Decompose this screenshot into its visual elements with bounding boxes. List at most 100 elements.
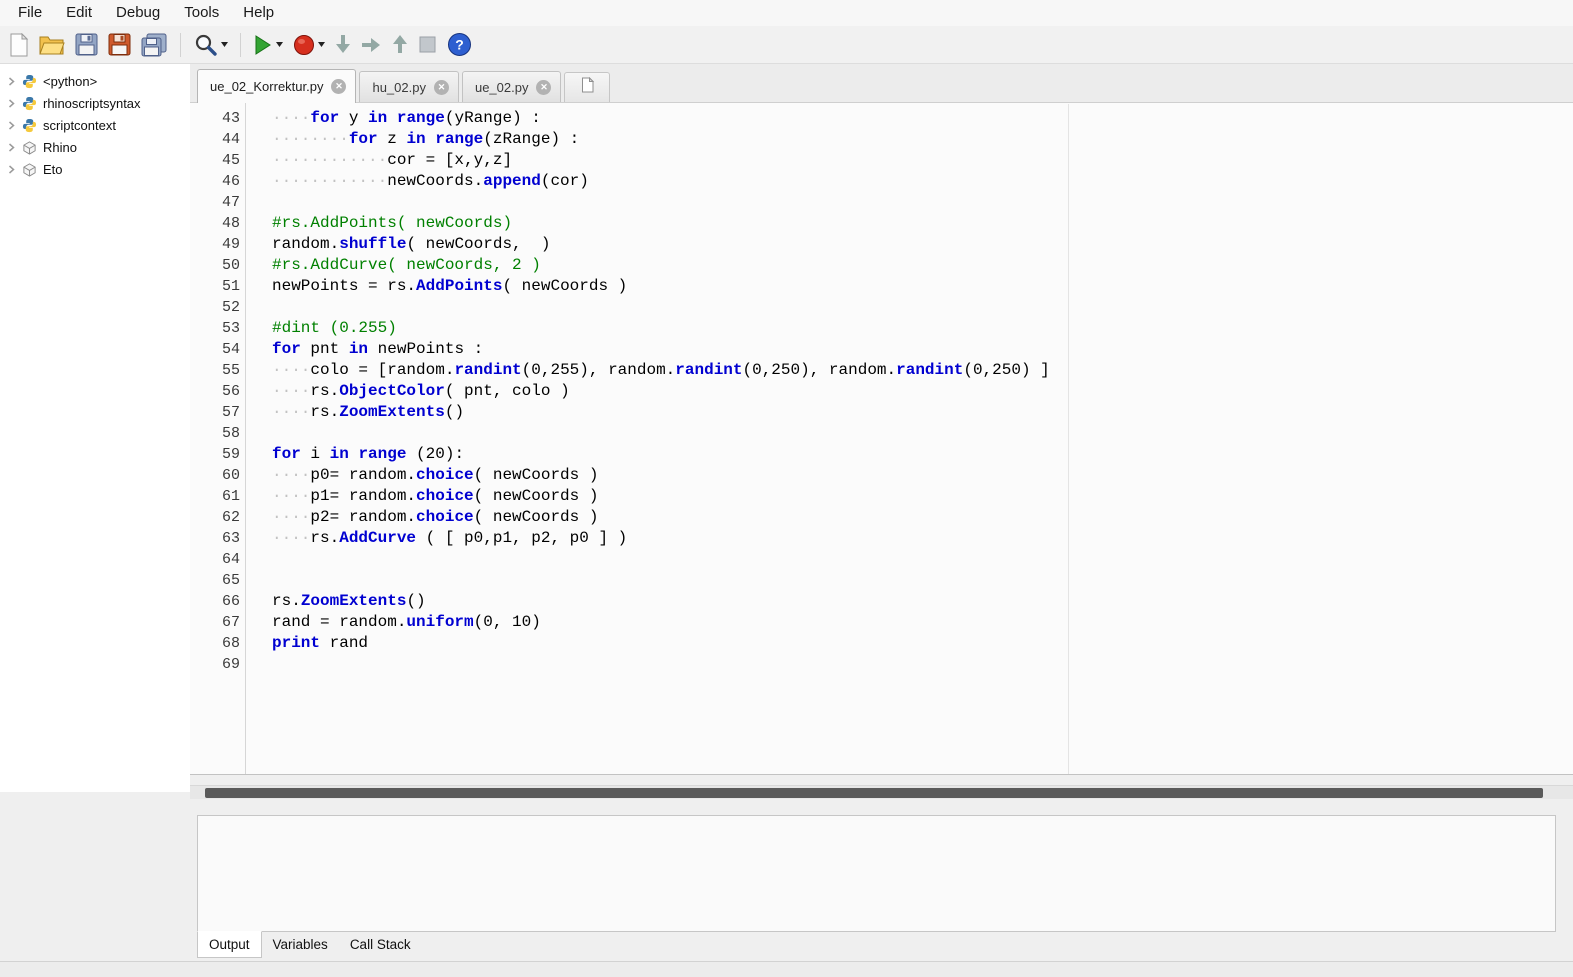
chevron-right-icon[interactable] bbox=[7, 98, 16, 108]
code-line[interactable]: for pnt in newPoints : bbox=[272, 339, 1573, 360]
sidebar-item-scriptcontext[interactable]: scriptcontext bbox=[0, 114, 190, 136]
code-line[interactable]: #rs.AddCurve( newCoords, 2 ) bbox=[272, 255, 1573, 276]
line-number[interactable]: 46 bbox=[190, 171, 245, 192]
save-all-button[interactable] bbox=[137, 29, 172, 61]
code-line[interactable] bbox=[272, 570, 1573, 591]
code-area[interactable]: ····for y in range(yRange) : ········for … bbox=[246, 103, 1573, 774]
bottom-tab-variables[interactable]: Variables bbox=[262, 932, 339, 959]
new-file-button[interactable] bbox=[5, 29, 33, 61]
bottom-tab-output[interactable]: Output bbox=[197, 931, 262, 958]
sidebar-item-python[interactable]: <python> bbox=[0, 70, 190, 92]
open-file-button[interactable] bbox=[35, 29, 69, 61]
menu-item-help[interactable]: Help bbox=[231, 0, 286, 26]
code-line[interactable]: rs.ZoomExtents() bbox=[272, 591, 1573, 612]
code-line[interactable]: newPoints = rs.AddPoints( newCoords ) bbox=[272, 276, 1573, 297]
menu-item-edit[interactable]: Edit bbox=[54, 0, 104, 26]
horizontal-scrollbar[interactable] bbox=[190, 785, 1573, 799]
line-number[interactable]: 55 bbox=[190, 360, 245, 381]
line-number[interactable]: 63 bbox=[190, 528, 245, 549]
line-number[interactable]: 47 bbox=[190, 192, 245, 213]
close-icon[interactable]: ✕ bbox=[433, 79, 449, 95]
line-number[interactable]: 44 bbox=[190, 129, 245, 150]
save-file-button[interactable] bbox=[71, 29, 102, 61]
close-icon[interactable]: ✕ bbox=[331, 79, 347, 94]
code-line[interactable]: #dint (0.255) bbox=[272, 318, 1573, 339]
code-line[interactable]: ····rs.AddCurve ( [ p0,p1, p2, p0 ] ) bbox=[272, 528, 1573, 549]
search-button[interactable] bbox=[189, 29, 232, 61]
menu-item-debug[interactable]: Debug bbox=[104, 0, 172, 26]
help-button[interactable]: ? bbox=[443, 29, 476, 61]
line-number[interactable]: 56 bbox=[190, 381, 245, 402]
code-line[interactable]: ····rs.ObjectColor( pnt, colo ) bbox=[272, 381, 1573, 402]
dropdown-caret-icon[interactable] bbox=[221, 42, 228, 47]
line-number[interactable]: 53 bbox=[190, 318, 245, 339]
code-editor[interactable]: 43 44 45 46 47 48 49 50 51 52 53 54 55 56 57 58 59 60 61 62… bbox=[190, 103, 1573, 775]
pause-button[interactable] bbox=[414, 29, 441, 61]
code-line[interactable]: ····p2= random.choice( newCoords ) bbox=[272, 507, 1573, 528]
line-number[interactable]: 57 bbox=[190, 402, 245, 423]
code-line[interactable]: ····rs.ZoomExtents() bbox=[272, 402, 1573, 423]
tab-hu-02-py[interactable]: hu_02.py ✕ bbox=[359, 71, 459, 102]
code-line[interactable]: ····p1= random.choice( newCoords ) bbox=[272, 486, 1573, 507]
line-number[interactable]: 65 bbox=[190, 570, 245, 591]
code-line[interactable] bbox=[272, 423, 1573, 444]
line-number[interactable]: 51 bbox=[190, 276, 245, 297]
line-number[interactable]: 62 bbox=[190, 507, 245, 528]
tab-ue-02-korrektur-py[interactable]: ue_02_Korrektur.py ✕ bbox=[197, 69, 357, 103]
menu-item-file[interactable]: File bbox=[6, 0, 54, 26]
line-number[interactable]: 68 bbox=[190, 633, 245, 654]
line-number[interactable]: 49 bbox=[190, 234, 245, 255]
save-as-button[interactable] bbox=[104, 29, 135, 61]
line-number[interactable]: 54 bbox=[190, 339, 245, 360]
code-line[interactable] bbox=[272, 654, 1573, 675]
run-script-button[interactable] bbox=[249, 29, 287, 61]
line-number[interactable]: 45 bbox=[190, 150, 245, 171]
output-panel[interactable] bbox=[197, 815, 1556, 932]
line-number[interactable]: 59 bbox=[190, 444, 245, 465]
line-number[interactable]: 50 bbox=[190, 255, 245, 276]
code-line[interactable]: ········for z in range(zRange) : bbox=[272, 129, 1573, 150]
code-line[interactable]: print rand bbox=[272, 633, 1573, 654]
line-number[interactable]: 60 bbox=[190, 465, 245, 486]
chevron-right-icon[interactable] bbox=[7, 120, 16, 130]
stop-script-button[interactable] bbox=[289, 29, 329, 61]
line-number[interactable]: 64 bbox=[190, 549, 245, 570]
line-number[interactable]: 61 bbox=[190, 486, 245, 507]
step-into-button[interactable] bbox=[331, 29, 355, 61]
bottom-tab-call-stack[interactable]: Call Stack bbox=[339, 932, 422, 959]
line-number[interactable]: 69 bbox=[190, 654, 245, 675]
sidebar-item-eto[interactable]: Eto bbox=[0, 158, 190, 180]
step-out-button[interactable] bbox=[388, 29, 412, 61]
code-line[interactable]: ····colo = [random.randint(0,255), rando… bbox=[272, 360, 1573, 381]
line-number[interactable]: 66 bbox=[190, 591, 245, 612]
step-over-button[interactable] bbox=[357, 29, 386, 61]
code-line[interactable]: rand = random.uniform(0, 10) bbox=[272, 612, 1573, 633]
line-number[interactable]: 43 bbox=[190, 108, 245, 129]
code-line[interactable]: ····for y in range(yRange) : bbox=[272, 108, 1573, 129]
tab-ue-02-py[interactable]: ue_02.py ✕ bbox=[461, 71, 562, 102]
line-number[interactable]: 52 bbox=[190, 297, 245, 318]
dropdown-caret-icon[interactable] bbox=[276, 42, 283, 47]
code-line[interactable]: ············cor = [x,y,z] bbox=[272, 150, 1573, 171]
code-line[interactable] bbox=[272, 297, 1573, 318]
code-line[interactable]: #rs.AddPoints( newCoords) bbox=[272, 213, 1573, 234]
sidebar-item-rhinoscriptsyntax[interactable]: rhinoscriptsyntax bbox=[0, 92, 190, 114]
line-number[interactable]: 67 bbox=[190, 612, 245, 633]
chevron-right-icon[interactable] bbox=[7, 142, 16, 152]
code-line[interactable]: ····p0= random.choice( newCoords ) bbox=[272, 465, 1573, 486]
line-number-gutter[interactable]: 43 44 45 46 47 48 49 50 51 52 53 54 55 56 57 58 59 60 61 62… bbox=[190, 103, 246, 774]
code-line[interactable] bbox=[272, 192, 1573, 213]
close-icon[interactable]: ✕ bbox=[536, 79, 552, 95]
code-line[interactable] bbox=[272, 549, 1573, 570]
line-number[interactable]: 58 bbox=[190, 423, 245, 444]
sidebar-item-rhino[interactable]: Rhino bbox=[0, 136, 190, 158]
code-line[interactable]: ············newCoords.append(cor) bbox=[272, 171, 1573, 192]
code-line[interactable]: random.shuffle( newCoords, ) bbox=[272, 234, 1573, 255]
line-number[interactable]: 48 bbox=[190, 213, 245, 234]
horizontal-scrollbar-thumb[interactable] bbox=[205, 788, 1543, 798]
new-tab-button[interactable] bbox=[564, 72, 611, 102]
chevron-right-icon[interactable] bbox=[7, 164, 16, 174]
chevron-right-icon[interactable] bbox=[7, 76, 16, 86]
menu-item-tools[interactable]: Tools bbox=[172, 0, 231, 26]
dropdown-caret-icon[interactable] bbox=[318, 42, 325, 47]
